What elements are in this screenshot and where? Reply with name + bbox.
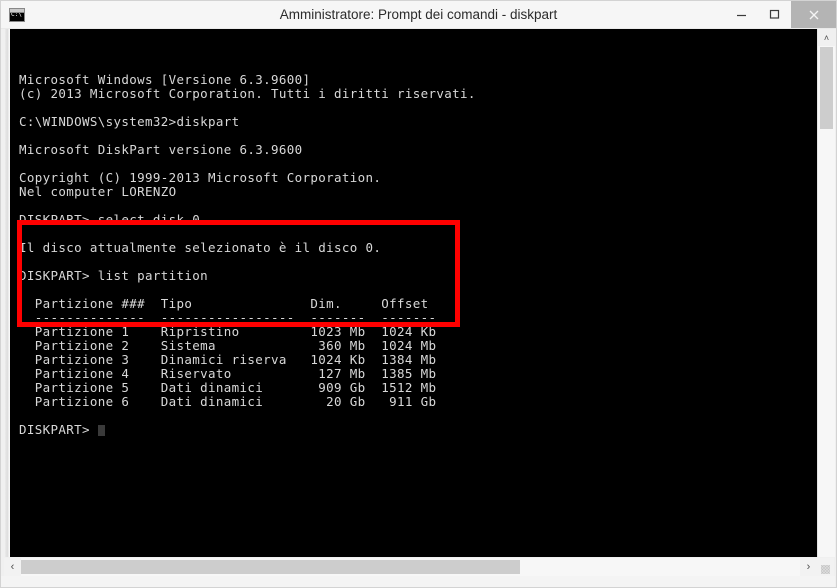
console-line: DISKPART> select disk 0	[19, 212, 201, 227]
maximize-button[interactable]	[758, 1, 791, 28]
horizontal-scroll-thumb[interactable]	[21, 560, 520, 574]
console-line: Nel computer LORENZO	[19, 184, 177, 199]
text-cursor	[97, 425, 105, 436]
console-line: Microsoft Windows [Versione 6.3.9600]	[19, 72, 311, 87]
minimize-button[interactable]	[725, 1, 758, 28]
console-line: DISKPART> list partition	[19, 268, 209, 283]
title-bar[interactable]: C:\ Amministratore: Prompt dei comandi -…	[1, 1, 836, 29]
console-line: Partizione ### Tipo Dim. Offset	[19, 296, 429, 311]
console-line: DISKPART>	[19, 423, 817, 437]
console-line: Partizione 1 Ripristino 1023 Mb 1024 Kb	[19, 324, 437, 339]
console-line: Copyright (C) 1999-2013 Microsoft Corpor…	[19, 170, 382, 185]
cmd-console-icon[interactable]: C:\	[6, 4, 28, 26]
window-bottom-edge	[1, 576, 835, 587]
cmd-icon-label: C:\	[10, 10, 24, 21]
window-title: Amministratore: Prompt dei comandi - dis…	[279, 7, 558, 22]
resize-grip[interactable]	[817, 558, 834, 576]
console-line: C:\WINDOWS\system32>diskpart	[19, 114, 240, 129]
console-output[interactable]: Microsoft Windows [Versione 6.3.9600] (c)…	[10, 29, 817, 557]
horizontal-scroll-track[interactable]	[21, 558, 800, 576]
scroll-up-icon[interactable]: ˄	[818, 29, 835, 46]
scroll-right-icon[interactable]: ›	[800, 558, 817, 576]
console-line: Partizione 4 Riservato 127 Mb 1385 Mb	[19, 366, 437, 381]
vertical-scroll-track[interactable]	[818, 46, 835, 557]
scroll-left-icon[interactable]: ‹	[4, 558, 21, 576]
horizontal-scrollbar[interactable]: ‹ ›	[4, 558, 834, 576]
console-line: Partizione 3 Dinamici riserva 1024 Kb 13…	[19, 352, 437, 367]
console-line: -------------- ----------------- -------…	[19, 310, 437, 325]
console-line: Microsoft DiskPart versione 6.3.9600	[19, 142, 303, 157]
console-line: Partizione 5 Dati dinamici 909 Gb 1512 M…	[19, 380, 437, 395]
vertical-scroll-thumb[interactable]	[820, 47, 833, 129]
console-area: Microsoft Windows [Versione 6.3.9600] (c)…	[1, 29, 836, 587]
command-prompt-window: C:\ Amministratore: Prompt dei comandi -…	[0, 0, 837, 588]
console-line: Il disco attualmente selezionato è il di…	[19, 240, 382, 255]
close-button[interactable]	[791, 1, 836, 28]
vertical-scrollbar[interactable]: ˄	[817, 29, 835, 557]
console-line: (c) 2013 Microsoft Corporation. Tutti i …	[19, 86, 476, 101]
window-controls	[725, 1, 836, 28]
console-line: Partizione 2 Sistema 360 Mb 1024 Mb	[19, 338, 437, 353]
console-line: Partizione 6 Dati dinamici 20 Gb 911 Gb	[19, 394, 437, 409]
